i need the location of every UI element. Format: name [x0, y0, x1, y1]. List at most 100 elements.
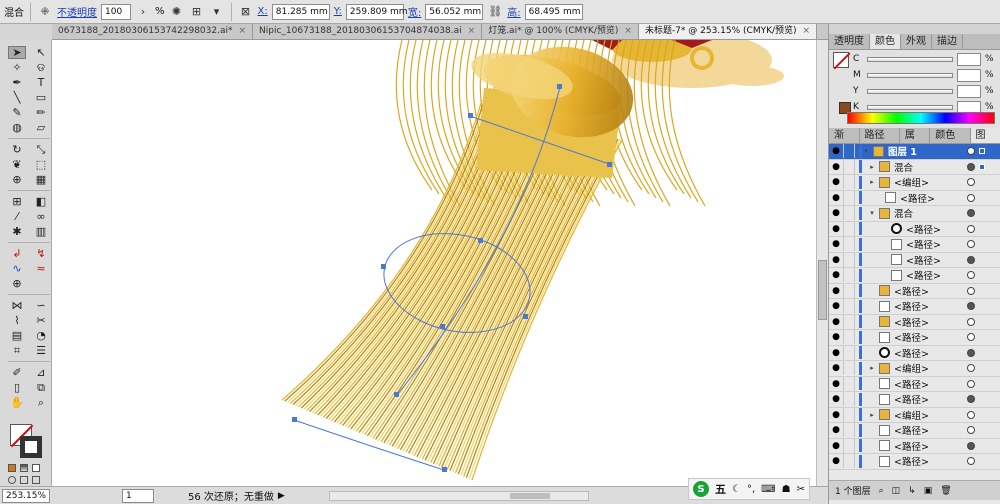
layer-row[interactable]: ● <路径> [829, 252, 1000, 268]
x-input[interactable]: 81.285 mm [271, 3, 330, 20]
layer-row[interactable]: ● <路径> [829, 454, 1000, 470]
layer-name[interactable]: <编组> [894, 175, 929, 189]
layer-name[interactable]: <编组> [894, 408, 929, 422]
layer-row[interactable]: ● <路径> [829, 314, 1000, 330]
layer-row[interactable]: ● <路径> [829, 438, 1000, 454]
polar-grid-icon[interactable]: ⌗ [8, 344, 26, 357]
scroll-thumb[interactable] [818, 260, 827, 320]
width-tool-icon[interactable]: ≈ [32, 262, 50, 275]
tab-doc-4[interactable]: 未标题-7* @ 253.15% (CMYK/预览) × [638, 24, 818, 39]
shape-builder-icon[interactable]: ⊕ [8, 173, 26, 186]
anchor-tool-icon[interactable]: ↲ [8, 247, 26, 260]
layer-name[interactable]: <路径> [900, 191, 935, 205]
tab-layers[interactable]: 图层 [970, 128, 1000, 156]
visibility-eye-icon[interactable]: ● [829, 160, 843, 174]
lock-toggle[interactable] [843, 299, 855, 314]
selection-indicator[interactable] [979, 163, 985, 170]
expand-chevron-icon[interactable]: ▸ [868, 411, 876, 419]
magenta-input[interactable] [957, 68, 981, 82]
new-sublayer-icon[interactable]: ↳ [908, 486, 916, 496]
fill-none-icon[interactable] [833, 52, 851, 70]
layer-name[interactable]: <路径> [894, 454, 929, 468]
tab-color[interactable]: 颜色 [870, 34, 901, 49]
layer-row[interactable]: ● <路径> [829, 376, 1000, 392]
height-input[interactable]: 68.495 mm [524, 3, 583, 20]
tab-color-guide[interactable]: 颜色参 [930, 128, 971, 156]
target-circle-icon[interactable] [967, 457, 975, 466]
opacity-input[interactable]: 100 [101, 3, 131, 20]
skin-icon[interactable]: ☗ [782, 484, 791, 495]
lock-toggle[interactable] [843, 237, 855, 252]
target-circle-icon[interactable] [967, 379, 975, 388]
target-circle-icon[interactable] [967, 147, 975, 156]
layer-row[interactable]: ● ▸ 混合 [829, 159, 1000, 175]
layer-name[interactable]: <路径> [894, 330, 929, 344]
close-icon[interactable]: × [803, 24, 811, 39]
pie-graph-icon[interactable]: ◔ [32, 329, 50, 342]
layer-name[interactable]: <路径> [894, 392, 929, 406]
close-icon[interactable]: × [624, 24, 632, 39]
layer-row[interactable]: ● <路径> [829, 299, 1000, 315]
visibility-eye-icon[interactable]: ● [829, 144, 843, 158]
expand-chevron-icon[interactable]: ▸ [868, 163, 876, 171]
lock-toggle[interactable] [843, 144, 855, 159]
layer-row[interactable]: ● <路径> [829, 330, 1000, 346]
target-circle-icon[interactable] [967, 271, 975, 280]
layer-name[interactable]: 图层 1 [888, 144, 917, 158]
cyan-slider[interactable]: C% [853, 52, 999, 66]
draw-normal-icon[interactable] [8, 476, 16, 484]
perspective-grid-icon[interactable]: ▦ [32, 173, 50, 186]
none-mode-icon[interactable] [32, 464, 40, 472]
free-transform-icon[interactable]: ⬚ [32, 158, 50, 171]
pen-tool-icon[interactable]: ✒ [8, 76, 26, 89]
keyboard-icon[interactable]: ⌨ [761, 484, 775, 495]
lock-toggle[interactable] [843, 206, 855, 221]
target-circle-icon[interactable] [967, 410, 975, 419]
visibility-eye-icon[interactable]: ● [829, 268, 843, 282]
layer-row[interactable]: ● ▸ <编组> [829, 407, 1000, 423]
layer-row[interactable]: ● ▾ 混合 [829, 206, 1000, 222]
yellow-slider[interactable]: Y% [853, 84, 999, 98]
target-circle-icon[interactable] [967, 178, 975, 187]
tab-gradient[interactable]: 渐变 [829, 128, 860, 156]
knife-tool-icon[interactable]: ⌇ [8, 314, 26, 327]
live-paint-icon[interactable]: ▯ [8, 381, 26, 394]
layer-name[interactable]: 混合 [894, 160, 913, 174]
magenta-slider[interactable]: M% [853, 68, 999, 82]
selection-tool-icon[interactable]: ➤ [8, 46, 26, 59]
scale-tool-icon[interactable]: ⤡ [32, 143, 50, 156]
eyedropper-tool-icon[interactable]: ✐ [8, 366, 26, 379]
transform-icon[interactable]: ⊠ [238, 4, 254, 20]
layer-name[interactable]: <路径> [894, 299, 929, 313]
gradient-tool-icon[interactable]: ◧ [32, 195, 50, 208]
eyedropper-icon[interactable]: ⁄ [8, 210, 26, 223]
y-input[interactable]: 259.809 mm [345, 3, 408, 20]
visibility-eye-icon[interactable]: ● [829, 454, 843, 468]
visibility-eye-icon[interactable]: ● [829, 191, 843, 205]
blob-brush-icon[interactable]: ◍ [8, 121, 26, 134]
layer-row[interactable]: ● ▾ 图层 1 [829, 144, 1000, 160]
layer-name[interactable]: <路径> [894, 377, 929, 391]
yellow-input[interactable] [957, 84, 981, 98]
expand-chevron-icon[interactable]: ▾ [868, 209, 876, 217]
lock-toggle[interactable] [843, 330, 855, 345]
curvature-tool-icon[interactable]: ↯ [32, 247, 50, 260]
target-circle-icon[interactable] [967, 364, 975, 373]
visibility-eye-icon[interactable]: ● [829, 408, 843, 422]
layer-name[interactable]: <路径> [894, 346, 929, 360]
crop-icon[interactable]: ⧉ [32, 381, 50, 394]
type-tool-icon[interactable]: T [32, 76, 50, 89]
new-layer-icon[interactable]: ▣ [924, 486, 933, 496]
zoom-input[interactable]: 253.15% [2, 489, 50, 503]
tab-doc-3[interactable]: 灯笼.ai* @ 100% (CMYK/预览) × [482, 24, 639, 39]
tab-doc-2[interactable]: Nipic_10673188_20180306153704874038.ai × [253, 24, 483, 39]
selection-indicator[interactable] [979, 148, 985, 155]
visibility-eye-icon[interactable]: ● [829, 253, 843, 267]
expand-chevron-icon[interactable]: ▸ [868, 178, 876, 186]
visibility-eye-icon[interactable]: ● [829, 392, 843, 406]
lock-toggle[interactable] [843, 361, 855, 376]
layer-row[interactable]: ● <路径> [829, 392, 1000, 408]
layer-row[interactable]: ● <路径> [829, 345, 1000, 361]
blend-options-icon[interactable]: ⁜ [37, 4, 53, 20]
convert-anchor-icon[interactable]: ∿ [8, 262, 26, 275]
